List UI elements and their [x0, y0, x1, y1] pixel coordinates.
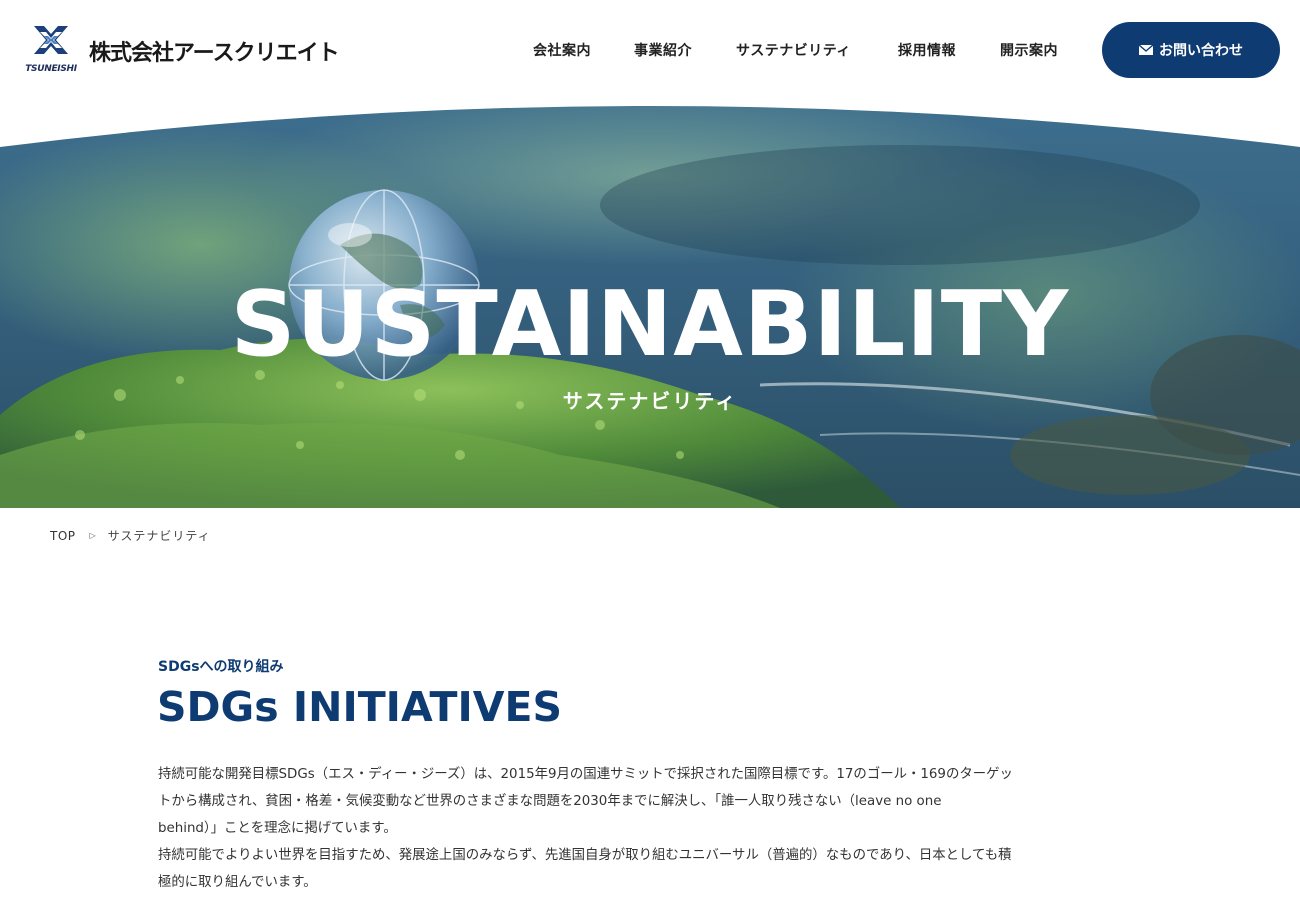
- mail-icon: [1139, 45, 1153, 55]
- breadcrumb-home[interactable]: TOP: [50, 529, 76, 543]
- hero-subtitle: サステナビリティ: [562, 389, 738, 413]
- company-name[interactable]: 株式会社アースクリエイト: [89, 35, 340, 67]
- nav-item-disclosure[interactable]: 開示案内: [1000, 40, 1058, 60]
- nav-item-sustainability[interactable]: サステナビリティ: [736, 40, 851, 60]
- tsuneishi-x-logo-icon: [34, 26, 68, 54]
- section-eyebrow: SDGsへの取り組み: [158, 659, 284, 675]
- nav-item-company[interactable]: 会社案内: [533, 40, 591, 60]
- body-line: 持続可能な開発目標SDGs（エス・ディー・ジーズ）は、2015年9月の国連サミッ…: [158, 767, 1013, 782]
- breadcrumb-current: サステナビリティ: [107, 529, 211, 543]
- section-title: SDGs INITIATIVES: [157, 683, 562, 731]
- body-line: トから構成され、貧困・格差・気候変動など世界のさまざまな問題を2030年までに解…: [158, 794, 942, 809]
- body-line: 持続可能でよりよい世界を目指すため、発展途上国のみならず、先進国自身が取り組むユ…: [158, 848, 1012, 863]
- contact-button[interactable]: お問い合わせ: [1102, 22, 1280, 78]
- page: TSUNEISHI 株式会社アースクリエイト 会社案内 事業紹介 サステナビリテ…: [0, 0, 1300, 913]
- triangle-right-icon: ▷: [89, 531, 96, 540]
- body-line: 極的に取り組んでいます。: [158, 875, 317, 890]
- contact-button-label: お問い合わせ: [1159, 43, 1243, 59]
- body-line: behind）」ことを理念に掲げています。: [158, 821, 397, 836]
- site-header: TSUNEISHI 株式会社アースクリエイト 会社案内 事業紹介 サステナビリテ…: [0, 0, 1300, 100]
- breadcrumb: TOP ▷ サステナビリティ: [50, 527, 211, 544]
- nav-item-recruit[interactable]: 採用情報: [898, 40, 956, 60]
- hero-banner: SUSTAINABILITY サステナビリティ: [0, 95, 1300, 508]
- nav-item-business[interactable]: 事業紹介: [634, 40, 692, 60]
- logo-link[interactable]: TSUNEISHI: [20, 24, 82, 76]
- hero-title: SUSTAINABILITY: [230, 272, 1070, 377]
- logo-wordmark: TSUNEISHI: [25, 64, 77, 74]
- section-body: 持続可能な開発目標SDGs（エス・ディー・ジーズ）は、2015年9月の国連サミッ…: [158, 761, 1148, 896]
